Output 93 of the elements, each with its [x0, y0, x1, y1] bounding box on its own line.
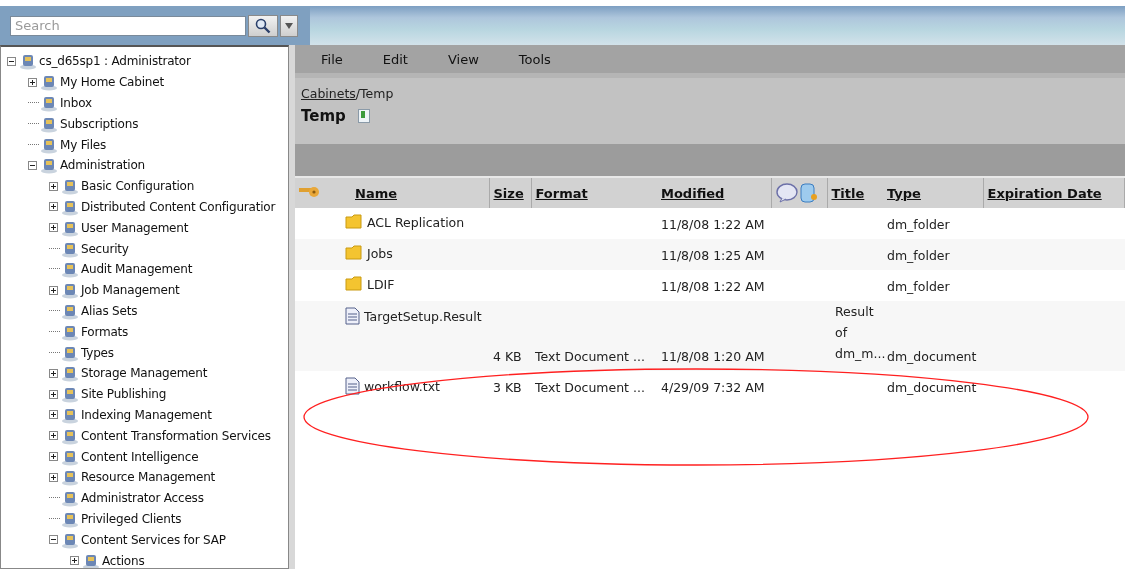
- menu-item[interactable]: Tools: [518, 51, 551, 67]
- tree-item[interactable]: Security: [81, 241, 129, 256]
- file-name-link[interactable]: ACL Replication: [367, 214, 465, 230]
- file-name-link[interactable]: LDIF: [367, 276, 395, 292]
- tree-node-icon: [61, 468, 79, 487]
- tree-item[interactable]: Indexing Management: [81, 407, 212, 422]
- tree-item[interactable]: Basic Configuration: [81, 179, 195, 194]
- document-icon[interactable]: [357, 109, 370, 123]
- tree-node-icon: [61, 177, 79, 196]
- menu-item[interactable]: View: [447, 51, 479, 67]
- type-cell: dm_folder: [887, 279, 950, 294]
- expand-toggle[interactable]: [49, 368, 60, 378]
- tree-node-icon: [61, 364, 79, 383]
- tree-item[interactable]: Content Intelligence: [81, 449, 199, 464]
- type-cell: dm_folder: [887, 248, 950, 263]
- tree-node-icon: [61, 489, 79, 508]
- folder-icon: [345, 245, 363, 261]
- tree-item[interactable]: Content Transformation Services: [81, 428, 271, 443]
- caret-icon: [285, 22, 293, 29]
- type-cell: dm_document: [887, 380, 977, 395]
- tree-item[interactable]: Administration: [60, 158, 145, 173]
- format-cell: Text Document ...: [535, 380, 645, 395]
- tree-item[interactable]: Storage Management: [81, 366, 208, 381]
- expand-toggle[interactable]: [49, 431, 60, 441]
- tree-node-icon: [61, 281, 79, 300]
- expand-toggle[interactable]: [49, 410, 60, 420]
- tree-node-icon: [19, 52, 37, 71]
- tree-item[interactable]: Inbox: [60, 96, 92, 110]
- tree-node-icon: [40, 156, 58, 175]
- tree-node-icon: [61, 385, 79, 404]
- dropdown-button[interactable]: [280, 14, 298, 37]
- search-icon: [255, 17, 271, 34]
- comment-icon: [775, 183, 798, 203]
- tree-item[interactable]: Distributed Content Configuratior: [81, 199, 276, 214]
- format-cell: Text Document ...: [535, 349, 645, 364]
- tree-item[interactable]: User Management: [81, 220, 189, 235]
- tree-item[interactable]: Alias Sets: [81, 303, 138, 318]
- tree-item[interactable]: Types: [81, 345, 114, 360]
- expand-toggle[interactable]: [49, 535, 60, 545]
- folder-icon: [345, 214, 363, 230]
- menu-item[interactable]: Edit: [382, 51, 408, 67]
- tree-item[interactable]: Audit Management: [81, 262, 193, 277]
- expand-toggle[interactable]: [49, 285, 60, 295]
- tree-item[interactable]: cs_d65sp1 : Administrator: [39, 54, 191, 69]
- tree-item[interactable]: Administrator Access: [81, 491, 204, 506]
- tree-item[interactable]: Subscriptions: [60, 116, 139, 131]
- tree-item[interactable]: Job Management: [81, 283, 180, 298]
- info-icon: [799, 182, 818, 204]
- expand-toggle[interactable]: [49, 223, 60, 233]
- tree-item[interactable]: Site Publishing: [81, 387, 167, 402]
- column-header[interactable]: Name: [355, 185, 397, 201]
- folder-title: Temp: [301, 107, 346, 125]
- expand-toggle[interactable]: [70, 556, 81, 565]
- expand-toggle[interactable]: [49, 389, 60, 399]
- search-field[interactable]: Search: [10, 15, 246, 36]
- tree-item[interactable]: Resource Management: [81, 470, 216, 485]
- tree-item[interactable]: Actions: [102, 553, 145, 568]
- breadcrumb-link[interactable]: Cabinets: [301, 86, 356, 101]
- tree-item[interactable]: My Home Cabinet: [60, 75, 164, 90]
- tree-node-icon: [61, 260, 79, 279]
- expand-toggle[interactable]: [7, 56, 18, 66]
- key-icon: [299, 184, 321, 199]
- size-cell: 3 KB: [493, 380, 522, 395]
- type-cell: dm_document: [887, 349, 977, 364]
- modified-cell: 11/8/08 1:22 AM: [661, 279, 765, 294]
- expand-toggle[interactable]: [49, 472, 60, 482]
- tree-item[interactable]: Content Services for SAP: [81, 532, 226, 547]
- menu-item[interactable]: File: [321, 51, 343, 67]
- tree-item[interactable]: Formats: [81, 324, 129, 339]
- breadcrumb-text: /Temp: [355, 86, 394, 101]
- folder-icon: [345, 276, 363, 292]
- tree-item[interactable]: My Files: [60, 137, 106, 152]
- document-icon: [345, 377, 360, 395]
- title-cell-text: Result of dm_m...: [835, 303, 887, 363]
- document-icon: [345, 307, 360, 325]
- modified-cell: 4/29/09 7:32 AM: [661, 380, 765, 395]
- modified-cell: 11/8/08 1:25 AM: [661, 248, 765, 263]
- expand-toggle[interactable]: [49, 202, 60, 212]
- tree-item[interactable]: Privileged Clients: [81, 511, 182, 526]
- expand-toggle[interactable]: [49, 181, 60, 191]
- expand-toggle[interactable]: [49, 452, 60, 462]
- file-name-link[interactable]: TargetSetup.Result: [364, 308, 482, 324]
- expand-toggle[interactable]: [28, 160, 39, 170]
- column-header[interactable]: Type: [887, 185, 921, 201]
- search-button[interactable]: [248, 14, 278, 37]
- modified-cell: 11/8/08 1:22 AM: [661, 217, 765, 232]
- file-name-link[interactable]: Jobs: [367, 245, 393, 261]
- modified-cell: 11/8/08 1:20 AM: [661, 349, 765, 364]
- type-cell: dm_folder: [887, 217, 950, 232]
- tree-node-icon: [40, 94, 58, 112]
- expand-toggle[interactable]: [28, 77, 39, 87]
- size-cell: 4 KB: [493, 349, 522, 364]
- tree-node-icon: [40, 73, 58, 92]
